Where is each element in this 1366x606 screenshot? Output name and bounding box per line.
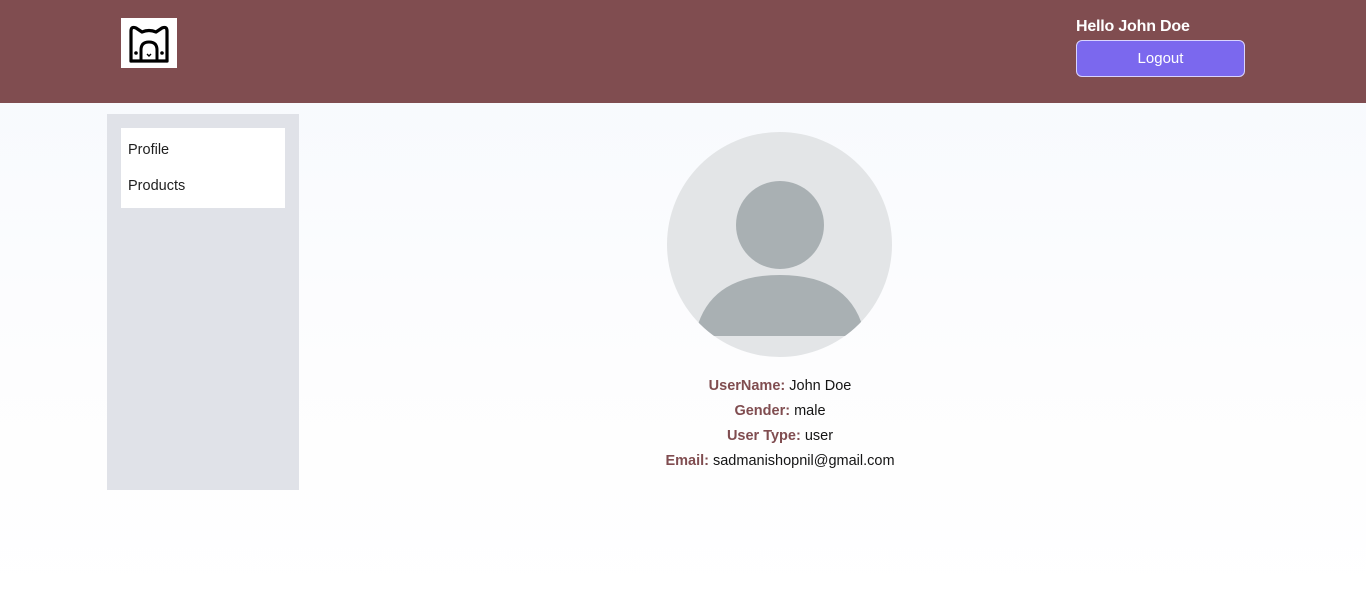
avatar: [667, 132, 892, 357]
sidebar-item-products[interactable]: Products: [121, 168, 285, 204]
field-label: User Type:: [726, 428, 801, 444]
sidebar-menu: Profile Products: [121, 128, 285, 208]
field-value: user: [804, 428, 834, 444]
field-label: Email:: [665, 453, 709, 469]
profile-field-gender: Gender: male: [480, 401, 1080, 426]
field-label: UserName:: [708, 378, 786, 394]
field-value: male: [794, 403, 826, 419]
sidebar: Profile Products: [107, 114, 299, 490]
profile-field-email: Email: sadmanishopnil@gmail.com: [480, 451, 1080, 476]
field-value: sadmanishopnil@gmail.com: [712, 453, 895, 469]
cat-face-icon: [129, 25, 169, 63]
profile-field-username: UserName: John Doe: [480, 376, 1080, 401]
field-value: John Doe: [789, 378, 852, 394]
logo[interactable]: [121, 18, 177, 68]
profile-field-user-type: User Type: user: [480, 426, 1080, 451]
user-placeholder-icon: [667, 132, 892, 357]
field-label: Gender:: [734, 403, 791, 419]
greeting-text: Hello John Doe: [1076, 18, 1190, 35]
logout-button[interactable]: Logout: [1076, 40, 1245, 77]
top-header: Hello John Doe Logout: [0, 0, 1366, 103]
profile-info: UserName: John Doe Gender: male User Typ…: [480, 376, 1080, 476]
sidebar-item-profile[interactable]: Profile: [121, 132, 285, 168]
